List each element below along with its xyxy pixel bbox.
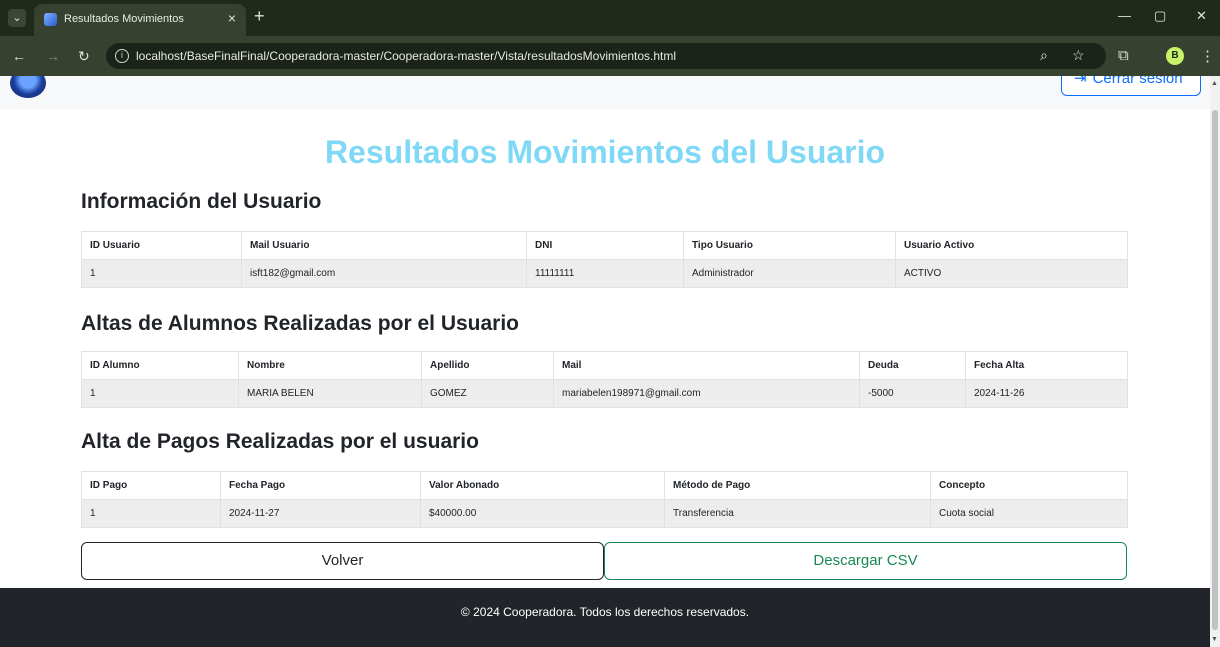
column-header: DNI [526,231,684,260]
user-info-table: ID Usuario Mail Usuario DNI Tipo Usuario… [81,231,1128,288]
logo [10,76,46,98]
payments-table: ID Pago Fecha Pago Valor Abonado Método … [81,471,1128,528]
url-field[interactable]: i localhost/BaseFinalFinal/Cooperadora-m… [106,43,1106,69]
reload-icon[interactable]: ↻ [78,48,90,65]
column-header: Valor Abonado [420,471,665,500]
forward-arrow-icon[interactable]: → [46,48,60,64]
table-cell: $40000.00 [420,499,665,528]
close-tab-icon[interactable]: × [228,10,236,26]
table-cell: GOMEZ [421,379,554,408]
table-cell: 2024-11-26 [965,379,1128,408]
table-cell: 1 [81,379,239,408]
bookmark-star-icon[interactable]: ☆ [1072,47,1085,64]
logout-label: Cerrar sesión [1092,76,1183,87]
table-row: 1 MARIA BELEN GOMEZ mariabelen198971@gma… [81,379,1128,408]
logout-button[interactable]: ⇥ Cerrar sesión [1061,76,1201,96]
scrollbar[interactable]: ▲ ▼ [1210,76,1220,647]
column-header: Método de Pago [664,471,931,500]
table-header-row: ID Alumno Nombre Apellido Mail Deuda Fec… [81,351,1128,380]
column-header: Usuario Activo [895,231,1128,260]
table-cell: Cuota social [930,499,1128,528]
back-arrow-icon[interactable]: ← [12,48,26,64]
menu-kebab-icon[interactable]: ⋮ [1200,47,1215,65]
table-cell: Transferencia [664,499,931,528]
site-header: ⇥ Cerrar sesión [0,76,1210,109]
column-header: Deuda [859,351,966,380]
minimize-icon[interactable]: — [1118,8,1131,23]
zoom-icon[interactable]: ⌕ [1040,47,1048,64]
column-header: Fecha Alta [965,351,1128,380]
table-cell: Administrador [683,259,896,288]
logout-icon: ⇥ [1074,76,1087,87]
footer-text: © 2024 Cooperadora. Todos los derechos r… [460,605,750,619]
restore-icon[interactable]: ▢ [1154,8,1166,24]
column-header: Tipo Usuario [683,231,896,260]
address-bar: ← → ↻ i localhost/BaseFinalFinal/Coopera… [0,36,1220,76]
close-window-icon[interactable]: ✕ [1196,8,1207,24]
back-button[interactable]: Volver [81,542,604,580]
table-row: 1 2024-11-27 $40000.00 Transferencia Cuo… [81,499,1128,528]
column-header: ID Alumno [81,351,239,380]
footer: © 2024 Cooperadora. Todos los derechos r… [0,588,1210,647]
table-cell: 1 [81,259,242,288]
page-title: Resultados Movimientos del Usuario [324,134,886,170]
students-table: ID Alumno Nombre Apellido Mail Deuda Fec… [81,351,1128,408]
tab-search-icon[interactable]: ⌄ [8,9,26,27]
table-cell: 11111111 [526,259,684,288]
browser-tab-bar: ⌄ Resultados Movimientos × + — ▢ ✕ [0,0,1220,36]
scroll-down-icon[interactable]: ▼ [1211,636,1218,643]
profile-avatar[interactable]: B [1166,47,1184,65]
download-csv-button[interactable]: Descargar CSV [604,542,1127,580]
table-cell: MARIA BELEN [238,379,422,408]
browser-tab[interactable]: Resultados Movimientos × [34,4,246,36]
table-cell: 2024-11-27 [220,499,421,528]
column-header: ID Pago [81,471,221,500]
table-cell: mariabelen198971@gmail.com [553,379,860,408]
user-info-title: Información del Usuario [81,190,322,213]
column-header: Mail Usuario [241,231,527,260]
column-header: Concepto [930,471,1128,500]
column-header: Fecha Pago [220,471,421,500]
payments-title: Alta de Pagos Realizadas por el usuario [81,430,479,453]
tab-title: Resultados Movimientos [64,13,184,25]
students-title: Altas de Alumnos Realizadas por el Usuar… [81,312,520,335]
table-header-row: ID Usuario Mail Usuario DNI Tipo Usuario… [81,231,1128,260]
column-header: Mail [553,351,860,380]
table-cell: 1 [81,499,221,528]
url-text: localhost/BaseFinalFinal/Cooperadora-mas… [136,49,677,63]
table-row: 1 isft182@gmail.com 11111111 Administrad… [81,259,1128,288]
extensions-icon[interactable]: ⧉ [1118,47,1129,64]
new-tab-icon[interactable]: + [254,6,265,27]
scroll-up-icon[interactable]: ▲ [1211,80,1218,87]
table-header-row: ID Pago Fecha Pago Valor Abonado Método … [81,471,1128,500]
page-viewport: ⇥ Cerrar sesión Resultados Movimientos de… [0,76,1210,647]
table-cell: -5000 [859,379,966,408]
column-header: Nombre [238,351,422,380]
column-header: Apellido [421,351,554,380]
table-cell: isft182@gmail.com [241,259,527,288]
table-cell: ACTIVO [895,259,1128,288]
favicon-icon [44,13,57,26]
scroll-thumb[interactable] [1212,110,1218,630]
site-info-icon[interactable]: i [115,49,129,63]
column-header: ID Usuario [81,231,242,260]
